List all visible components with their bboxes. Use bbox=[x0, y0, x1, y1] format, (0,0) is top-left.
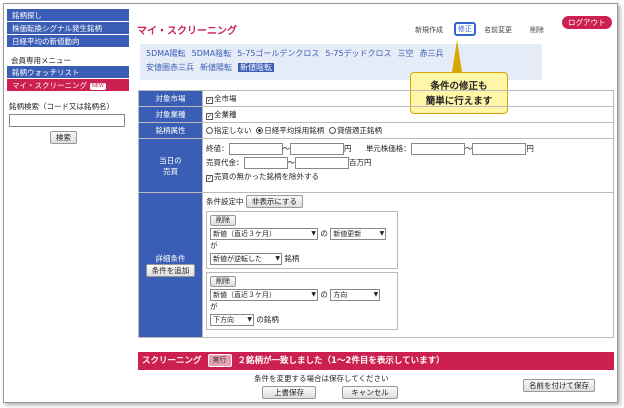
turnover-unit: 百万円 bbox=[349, 158, 372, 167]
market-label: 対象市場 bbox=[138, 90, 203, 107]
close-label: 終値： bbox=[206, 144, 229, 153]
c2-suffix: の銘柄 bbox=[256, 315, 279, 324]
price-label: 当日の 売買 bbox=[138, 138, 203, 193]
market-checkbox[interactable]: ✓ bbox=[206, 97, 213, 104]
exclude-label: 売買の無かった銘柄を除外する bbox=[214, 172, 319, 181]
exclude-checkbox[interactable]: ✓ bbox=[206, 175, 213, 182]
radio-nikkei[interactable] bbox=[256, 127, 264, 134]
price-label-line1: 当日の bbox=[159, 155, 182, 165]
industry-checkbox[interactable]: ✓ bbox=[206, 113, 213, 120]
execute-button[interactable]: 実行 bbox=[207, 354, 232, 367]
link-dead-cross[interactable]: 5-75デッドクロス bbox=[325, 49, 391, 58]
status-bar: スクリーニング 実行 ２銘柄が一致しました（1〜2件目を表示しています） bbox=[138, 352, 614, 370]
unit-price-unit: 円 bbox=[526, 144, 534, 153]
hide-button[interactable]: 非表示にする bbox=[245, 195, 303, 208]
c2-no: の bbox=[320, 290, 328, 299]
link-golden-cross[interactable]: 5-75ゴールデンクロス bbox=[237, 49, 319, 58]
c1-select-2[interactable]: 新値更新 bbox=[330, 228, 387, 240]
status-label: スクリーニング bbox=[142, 356, 202, 366]
c2-select-2[interactable]: 方向 bbox=[330, 289, 381, 301]
save-as-button[interactable]: 名前を付けて保存 bbox=[523, 379, 595, 392]
search-label: 銘柄検索（コード又は銘柄名） bbox=[9, 102, 114, 111]
sidebar-item-my-screening[interactable]: マイ・スクリーニング NEW bbox=[7, 79, 129, 92]
save-note: 条件を変更する場合は保存してください bbox=[254, 374, 389, 383]
page-title: マイ・スクリーニング bbox=[137, 26, 237, 37]
detail-label-text: 詳細条件 bbox=[155, 254, 186, 263]
delete-condition-2-button[interactable]: 削除 bbox=[210, 276, 236, 287]
c2-select-1[interactable]: 新値（直近３ケ月） bbox=[210, 289, 318, 301]
sidebar-item-watchlist[interactable]: 銘柄ウォッチリスト bbox=[7, 66, 129, 79]
setting-label: 条件設定中 bbox=[206, 197, 244, 206]
close-min-input[interactable] bbox=[228, 143, 283, 155]
link-sankuu[interactable]: 三空 bbox=[398, 49, 414, 58]
radio-nikkei-label: 日経平均採用銘柄 bbox=[264, 126, 325, 135]
new-link[interactable]: 新規作成 bbox=[415, 25, 443, 35]
screening-form: 対象市場 ✓ 全市場 対象業種 ✓ 全業種 銘柄属性 指定しない 日経平均採用銘柄 貸借適… bbox=[138, 90, 614, 338]
link-akasanpei[interactable]: 赤三兵 bbox=[420, 49, 444, 58]
overwrite-save-button[interactable]: 上書保存 bbox=[262, 386, 316, 399]
radio-none-label: 指定しない bbox=[214, 126, 252, 135]
link-5dma-down[interactable]: 5DMA陰転 bbox=[192, 49, 232, 58]
radio-none[interactable] bbox=[206, 127, 213, 134]
link-low-akasanpei[interactable]: 安値圏赤三兵 bbox=[146, 63, 194, 72]
rename-link[interactable]: 名前変更 bbox=[484, 25, 512, 35]
industry-value: 全業種 bbox=[214, 110, 237, 119]
unit-min-input[interactable] bbox=[410, 143, 465, 155]
result-text: ２銘柄が一致しました（1〜2件目を表示しています） bbox=[237, 356, 445, 366]
c1-select-1[interactable]: 新値（直近３ケ月） bbox=[210, 228, 318, 240]
price-label-line2: 売買 bbox=[163, 166, 178, 176]
new-badge: NEW bbox=[90, 82, 106, 90]
edit-link[interactable]: 修正 bbox=[454, 22, 476, 36]
callout-pointer bbox=[452, 40, 462, 72]
c1-no: の bbox=[320, 229, 328, 238]
c2-ga: が bbox=[210, 302, 218, 311]
c1-ga: が bbox=[210, 241, 218, 250]
link-shinne-down[interactable]: 新値陰転 bbox=[238, 63, 274, 72]
link-5dma-up[interactable]: 5DMA陽転 bbox=[146, 49, 186, 58]
search-input[interactable] bbox=[9, 114, 125, 127]
cancel-button[interactable]: キャンセル bbox=[342, 386, 398, 399]
sidebar-item-signals[interactable]: 株価転換シグナル発生銘柄 bbox=[7, 22, 129, 35]
industry-label: 対象業種 bbox=[138, 106, 203, 123]
delete-condition-1-button[interactable]: 削除 bbox=[210, 215, 236, 226]
sidebar-item-nikkei[interactable]: 日経平均の新値動向 bbox=[7, 35, 129, 48]
turnover-label: 売買代金： bbox=[206, 158, 244, 167]
close-unit: 円 bbox=[344, 144, 352, 153]
close-max-input[interactable] bbox=[290, 143, 344, 155]
market-value: 全市場 bbox=[214, 94, 237, 103]
sidebar-item-search-stocks[interactable]: 銘柄探し bbox=[7, 9, 129, 22]
add-condition-button[interactable]: 条件を追加 bbox=[145, 264, 196, 277]
turnover-max-input[interactable] bbox=[295, 157, 349, 169]
app-window: 銘柄探し 株価転換シグナル発生銘柄 日経平均の新値動向 会員専用メニュー 銘柄ウ… bbox=[3, 3, 618, 403]
search-button[interactable]: 検索 bbox=[50, 131, 77, 144]
unit-max-input[interactable] bbox=[472, 143, 527, 155]
c1-suffix: 銘柄 bbox=[284, 254, 300, 263]
condition-1: 削除 新値（直近３ケ月） の 新値更新 が 新値が逆転した 銘柄 bbox=[206, 211, 398, 269]
sidebar-item-label: マイ・スクリーニング bbox=[12, 81, 87, 90]
stock-attr-label: 銘柄属性 bbox=[138, 122, 203, 139]
radio-taishaku-label: 貸借適正銘柄 bbox=[337, 126, 383, 135]
member-menu-heading: 会員専用メニュー bbox=[11, 56, 71, 65]
sidebar: 銘柄探し 株価転換シグナル発生銘柄 日経平均の新値動向 会員専用メニュー 銘柄ウ… bbox=[7, 9, 129, 144]
c2-select-3[interactable]: 下方向 bbox=[210, 314, 254, 326]
detail-label: 詳細条件 条件を追加 bbox=[138, 192, 203, 338]
logout-button[interactable]: ログアウト bbox=[562, 16, 612, 29]
unit-price-label: 単元株価格： bbox=[365, 144, 411, 153]
condition-2: 削除 新値（直近３ケ月） の 方向 が 下方向 の銘柄 bbox=[206, 272, 398, 330]
link-shinne-up[interactable]: 新値陽転 bbox=[200, 63, 232, 72]
c1-select-3[interactable]: 新値が逆転した bbox=[210, 253, 282, 265]
delete-link[interactable]: 削除 bbox=[530, 25, 544, 35]
radio-taishaku[interactable] bbox=[329, 127, 337, 134]
turnover-min-input[interactable] bbox=[243, 157, 288, 169]
